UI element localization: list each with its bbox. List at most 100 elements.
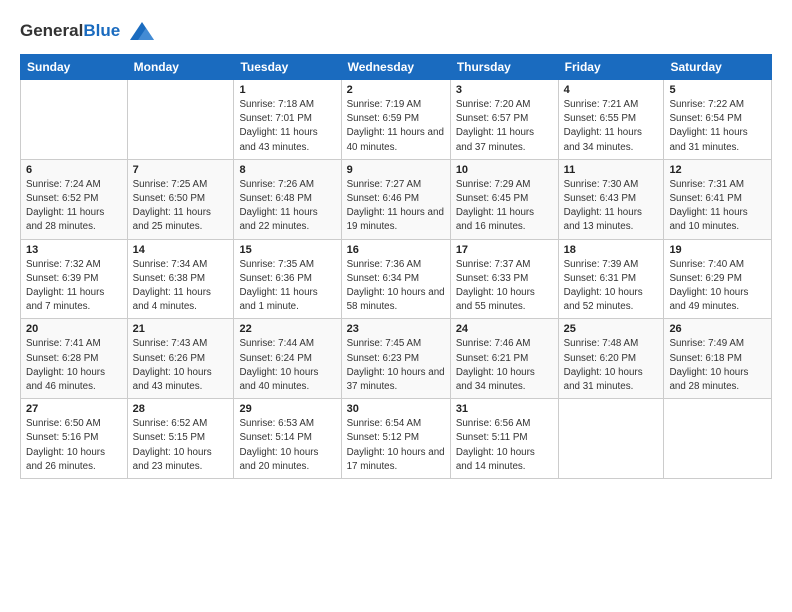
day-info: Sunrise: 7:46 AM Sunset: 6:21 PM Daylight:… <box>456 337 553 394</box>
calendar-cell: 18 Sunrise: 7:39 AMSunset: 6:31 PMDayligh… <box>558 239 664 319</box>
calendar-cell <box>21 80 128 160</box>
daylight-text: Daylight: 11 hours and 1 minute. <box>239 287 317 312</box>
day-number: 18 <box>564 244 659 256</box>
day-number: 2 <box>347 84 445 96</box>
calendar-cell: 23Sunrise: 7:45 AMSunset: 6:23 PMDayligh… <box>341 319 450 399</box>
day-info: Sunrise: 7:31 AMSunset: 6:41 PMDaylight:… <box>669 178 766 235</box>
sunset-text: Sunset: 6:38 PM <box>133 273 205 284</box>
sunset-text: Sunset: 6:59 PM <box>347 113 419 124</box>
weekday-header: Sunday <box>21 55 128 80</box>
day-info: Sunrise: 7:40 AMSunset: 6:29 PMDaylight:… <box>669 258 766 315</box>
daylight-text: Daylight: 10 hours and 55 minutes. <box>456 287 535 312</box>
day-info: Sunrise: 6:52 AMSunset: 5:15 PMDaylight:… <box>133 417 229 474</box>
daylight-text: Daylight: 10 hours and 58 minutes. <box>347 287 445 312</box>
logo-text: GeneralBlue <box>20 21 120 41</box>
day-info: Sunrise: 7:39 AMSunset: 6:31 PMDaylight:… <box>564 258 659 315</box>
sunset-text: Sunset: 6:18 PM <box>669 353 741 364</box>
sunrise-text: Sunrise: 7:45 AM <box>347 338 422 349</box>
calendar-cell: 4Sunrise: 7:21 AMSunset: 6:55 PMDaylight… <box>558 80 664 160</box>
day-number: 15 <box>239 244 335 256</box>
sunset-text: Sunset: 6:26 PM <box>133 353 205 364</box>
day-info: Sunrise: 7:35 AMSunset: 6:36 PMDaylight:… <box>239 258 335 315</box>
day-info: Sunrise: 7:48 AMSunset: 6:20 PMDaylight:… <box>564 337 659 394</box>
sunset-text: Sunset: 6:57 PM <box>456 113 528 124</box>
sunrise-text: Sunrise: 6:50 AM <box>26 418 101 429</box>
daylight-text: Daylight: 10 hours and 23 minutes. <box>133 447 212 472</box>
day-number: 5 <box>669 84 766 96</box>
day-info: Sunrise: 7:27 AM Sunset: 6:46 PM Daylight:… <box>347 178 445 235</box>
day-info: Sunrise: 7:34 AMSunset: 6:38 PMDaylight:… <box>133 258 229 315</box>
calendar-cell: 21Sunrise: 7:43 AMSunset: 6:26 PMDayligh… <box>127 319 234 399</box>
sunset-text: Sunset: 6:46 PM <box>347 193 419 204</box>
calendar-cell: 29Sunrise: 6:53 AMSunset: 5:14 PMDayligh… <box>234 399 341 479</box>
daylight-text: Daylight: 11 hours and 25 minutes. <box>133 207 211 232</box>
daylight-text: Daylight: 10 hours and 46 minutes. <box>26 367 105 392</box>
sunrise-text: Sunrise: 7:32 AM <box>26 259 101 270</box>
day-info: Sunrise: 7:44 AMSunset: 6:24 PMDaylight:… <box>239 337 335 394</box>
daylight-text: Daylight: 10 hours and 14 minutes. <box>456 447 535 472</box>
sunrise-text: Sunrise: 7:26 AM <box>239 179 314 190</box>
daylight-text: Daylight: 11 hours and 19 minutes. <box>347 207 444 232</box>
daylight-text: Daylight: 10 hours and 43 minutes. <box>133 367 212 392</box>
calendar-cell <box>558 399 664 479</box>
weekday-header: Wednesday <box>341 55 450 80</box>
weekday-header: Thursday <box>450 55 558 80</box>
day-info: Sunrise: 7:36 AMSunset: 6:34 PMDaylight:… <box>347 258 445 315</box>
day-info: Sunrise: 7:30 AMSunset: 6:43 PMDaylight:… <box>564 178 659 235</box>
day-number: 26 <box>669 323 766 335</box>
daylight-text: Daylight: 11 hours and 13 minutes. <box>564 207 642 232</box>
calendar-cell: 7Sunrise: 7:25 AMSunset: 6:50 PMDaylight… <box>127 159 234 239</box>
sunset-text: Sunset: 6:48 PM <box>239 193 311 204</box>
calendar-cell: 24Sunrise: 7:46 AMSunset: 6:21 PMDayligh… <box>450 319 558 399</box>
daylight-text: Daylight: 10 hours and 34 minutes. <box>456 367 535 392</box>
calendar-cell: 17Sunrise: 7:37 AMSunset: 6:33 PMDayligh… <box>450 239 558 319</box>
day-info: Sunrise: 6:54 AMSunset: 5:12 PMDaylight:… <box>347 417 445 474</box>
sunrise-text: Sunrise: 7:43 AM <box>133 338 208 349</box>
daylight-text: Daylight: 10 hours and 26 minutes. <box>26 447 105 472</box>
calendar-cell: 20Sunrise: 7:41 AMSunset: 6:28 PMDayligh… <box>21 319 128 399</box>
day-number: 28 <box>133 403 229 415</box>
sunset-text: Sunset: 7:01 PM <box>239 113 311 124</box>
calendar-cell: 5Sunrise: 7:22 AMSunset: 6:54 PMDaylight… <box>664 80 772 160</box>
day-info: Sunrise: 7:19 AMSunset: 6:59 PMDaylight:… <box>347 98 445 155</box>
day-number: 4 <box>564 84 659 96</box>
calendar-cell: 2 Sunrise: 7:19 AMSunset: 6:59 PMDaylight… <box>341 80 450 160</box>
sunrise-text: Sunrise: 7:27 AM <box>347 179 422 190</box>
sunset-text: Sunset: 6:29 PM <box>669 273 741 284</box>
sunrise-text: Sunrise: 7:29 AM <box>456 179 531 190</box>
sunrise-text: Sunrise: 7:41 AM <box>26 338 101 349</box>
page-header: GeneralBlue <box>20 18 772 44</box>
day-number: 23 <box>347 323 445 335</box>
sunrise-text: Sunrise: 7:20 AM <box>456 99 531 110</box>
sunrise-text: Sunrise: 7:25 AM <box>133 179 208 190</box>
sunset-text: Sunset: 6:52 PM <box>26 193 98 204</box>
day-number: 30 <box>347 403 445 415</box>
daylight-text: Daylight: 11 hours and 10 minutes. <box>669 207 747 232</box>
logo-icon <box>124 18 156 44</box>
sunrise-text: Sunrise: 7:46 AM <box>456 338 531 349</box>
day-number: 16 <box>347 244 445 256</box>
sunset-text: Sunset: 6:55 PM <box>564 113 636 124</box>
day-number: 1 <box>239 84 335 96</box>
day-number: 29 <box>239 403 335 415</box>
day-info: Sunrise: 7:41 AMSunset: 6:28 PMDaylight:… <box>26 337 122 394</box>
calendar-cell: 9Sunrise: 7:27 AMSunset: 6:46 PMDaylight… <box>341 159 450 239</box>
sunset-text: Sunset: 6:21 PM <box>456 353 528 364</box>
daylight-text: Daylight: 11 hours and 31 minutes. <box>669 127 747 152</box>
day-info: Sunrise: 6:50 AMSunset: 5:16 PMDaylight:… <box>26 417 122 474</box>
weekday-header: Friday <box>558 55 664 80</box>
sunrise-text: Sunrise: 7:49 AM <box>669 338 744 349</box>
daylight-text: Daylight: 11 hours and 7 minutes. <box>26 287 104 312</box>
sunset-text: Sunset: 5:11 PM <box>456 432 528 443</box>
sunset-text: Sunset: 6:23 PM <box>347 353 419 364</box>
sunset-text: Sunset: 5:14 PM <box>239 432 311 443</box>
calendar-week-row: 1Sunrise: 7:18 AMSunset: 7:01 PMDaylight… <box>21 80 772 160</box>
day-number: 7 <box>133 164 229 176</box>
calendar-table: SundayMondayTuesdayWednesdayThursdayFrid… <box>20 54 772 479</box>
calendar-week-row: 13Sunrise: 7:32 AMSunset: 6:39 PMDayligh… <box>21 239 772 319</box>
calendar-cell: 6Sunrise: 7:24 AMSunset: 6:52 PMDaylight… <box>21 159 128 239</box>
calendar-cell: 15 Sunrise: 7:35 AMSunset: 6:36 PMDayligh… <box>234 239 341 319</box>
sunrise-text: Sunrise: 7:22 AM <box>669 99 744 110</box>
sunrise-text: Sunrise: 6:52 AM <box>133 418 208 429</box>
sunrise-text: Sunrise: 7:48 AM <box>564 338 639 349</box>
